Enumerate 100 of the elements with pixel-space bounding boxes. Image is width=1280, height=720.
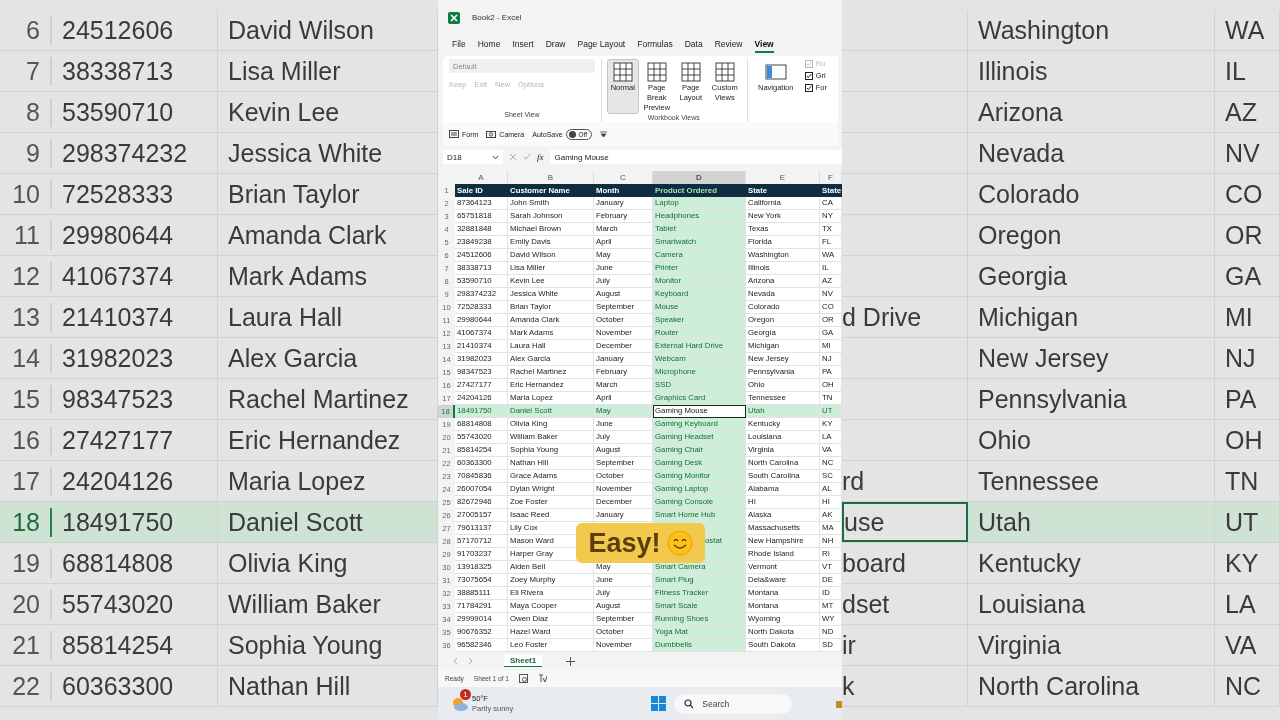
table-cell: GA xyxy=(1215,256,1280,296)
table-cell: NV xyxy=(1215,133,1280,173)
menu-tab[interactable]: Review xyxy=(714,37,743,53)
navigation-pane-icon xyxy=(764,61,787,83)
menu-tab[interactable]: Home xyxy=(477,37,501,53)
table-cell: 21410374 xyxy=(52,297,218,337)
row-number: 16 xyxy=(0,425,52,455)
table-cell: 53590710 xyxy=(52,92,218,132)
table-cell: OR xyxy=(1215,215,1280,255)
table-cell: 27427177 xyxy=(52,420,218,460)
table-cell: dset xyxy=(842,589,890,619)
check-icon[interactable] xyxy=(523,153,531,161)
form-icon xyxy=(449,130,459,138)
table-cell: 60363300 xyxy=(52,666,218,706)
smiley-face-icon xyxy=(666,530,693,556)
row-number: 21 xyxy=(0,630,52,660)
table-cell: 55743020 xyxy=(52,584,218,624)
table-cell: use xyxy=(844,507,885,537)
menu-tab[interactable]: View xyxy=(754,37,774,53)
table-cell: Arizona xyxy=(968,92,1215,132)
sheet-tab[interactable]: Sheet1 xyxy=(504,655,543,667)
table-cell: PA xyxy=(1215,379,1280,419)
table-cell: Washington xyxy=(968,10,1215,50)
table-cell: Nevada xyxy=(968,133,1215,173)
table-cell: 298374232 xyxy=(52,133,218,173)
row-number: 7 xyxy=(0,56,52,86)
table-cell: 98347523 xyxy=(52,379,218,419)
insert-function-button[interactable]: fx xyxy=(537,152,544,162)
add-sheet-icon[interactable] xyxy=(566,656,576,666)
row-number: 8 xyxy=(0,97,52,127)
table-cell: rd xyxy=(842,466,865,496)
formula-input[interactable]: Gaming Mouse xyxy=(549,150,842,164)
caret-icon[interactable] xyxy=(492,154,499,160)
grid-icon xyxy=(645,61,668,83)
table-cell: CO xyxy=(1215,174,1280,214)
menu-tab[interactable]: Formulas xyxy=(637,37,673,53)
accessibility-icon[interactable] xyxy=(537,674,547,683)
cloud-sun-icon[interactable] xyxy=(451,695,469,712)
table-cell: Michigan xyxy=(968,297,1215,337)
row-number: 13 xyxy=(0,302,52,332)
table-cell: 24204126 xyxy=(52,461,218,501)
table-cell: Virginia xyxy=(968,625,1215,665)
macro-icon[interactable] xyxy=(518,674,528,683)
table-cell: NJ xyxy=(1215,338,1280,378)
table-cell: Colorado xyxy=(968,174,1215,214)
menu-tab[interactable]: File xyxy=(452,37,466,53)
table-cell: 85814254 xyxy=(52,625,218,665)
search-icon xyxy=(684,698,695,709)
row-number: 6 xyxy=(0,15,52,45)
table-cell: NC xyxy=(1215,666,1280,706)
start-icon[interactable] xyxy=(651,696,667,711)
menu-tab[interactable]: Page Layout xyxy=(577,37,626,53)
checkbox[interactable] xyxy=(804,71,813,80)
table-cell: LA xyxy=(1215,584,1280,624)
name-box[interactable]: D18 xyxy=(443,150,503,164)
menu-tab[interactable]: Insert xyxy=(512,37,534,53)
row-number: 9 xyxy=(0,138,52,168)
search-field[interactable]: Search xyxy=(674,693,793,714)
table-cell: IL xyxy=(1215,51,1280,91)
table-cell: KY xyxy=(1215,543,1280,583)
camera-icon xyxy=(486,130,497,138)
table-cell: Oregon xyxy=(968,215,1215,255)
row-number: 10 xyxy=(0,179,52,209)
table-cell: New Jersey xyxy=(968,338,1215,378)
row-number: 12 xyxy=(0,261,52,291)
table-cell: TN xyxy=(1215,461,1280,501)
row-number: 22 xyxy=(0,671,52,701)
table-cell: Louisiana xyxy=(968,584,1215,624)
table-cell: OH xyxy=(1215,420,1280,460)
table-cell: Georgia xyxy=(968,256,1215,296)
table-cell: Kentucky xyxy=(968,543,1215,583)
row-number: 11 xyxy=(0,220,52,250)
table-cell: 29980644 xyxy=(52,215,218,255)
table-cell: 72528333 xyxy=(52,174,218,214)
menu-tab[interactable]: Data xyxy=(684,37,703,53)
row-number: 19 xyxy=(0,548,52,578)
briefcase-icon[interactable] xyxy=(836,698,842,709)
table-cell: 31982023 xyxy=(52,338,218,378)
table-cell: WA xyxy=(1215,10,1280,50)
table-cell: 68814808 xyxy=(52,543,218,583)
row-number: 14 xyxy=(0,343,52,373)
excel-logo-icon xyxy=(448,11,460,24)
row-number: 20 xyxy=(0,589,52,619)
notification-badge: 1 xyxy=(460,688,471,700)
checkbox[interactable] xyxy=(804,83,813,92)
table-cell: MI xyxy=(1215,297,1280,337)
table-cell: d Drive xyxy=(842,302,922,332)
row-number: 18 xyxy=(0,507,52,537)
menu-tab[interactable]: Draw xyxy=(545,37,566,53)
table-cell: Illinois xyxy=(968,51,1215,91)
table-cell: 18491750 xyxy=(52,502,218,542)
table-cell: UT xyxy=(1215,502,1280,542)
grid-icon xyxy=(679,61,702,83)
row-number: 15 xyxy=(0,384,52,414)
table-cell: Ohio xyxy=(968,420,1215,460)
grid-icon xyxy=(713,61,736,83)
customize-caret-icon[interactable] xyxy=(600,131,608,137)
table-cell: 24512606 xyxy=(52,10,218,50)
table-cell: 38338713 xyxy=(52,51,218,91)
table-cell: North Carolina xyxy=(968,666,1215,706)
